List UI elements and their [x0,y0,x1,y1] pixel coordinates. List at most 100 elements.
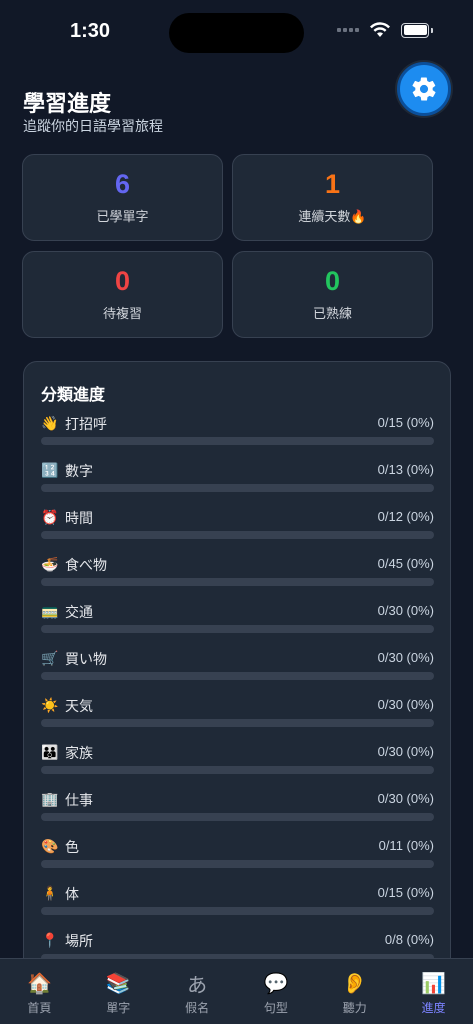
category-progress-bar [41,625,434,633]
tab-home[interactable]: 🏠 首頁 [0,959,79,1024]
tab-label: 單字 [106,1001,131,1015]
tab-vocabulary[interactable]: 📚 單字 [79,959,158,1024]
category-progress-panel: 分類進度 👋 打招呼 0/15 (0%) 🔢 數字 0/13 (0%) ⏰ 時間 0/12 (0… [23,361,451,981]
tab-label: 首頁 [27,1001,52,1015]
category-label-group: 👪 家族 [41,743,93,763]
category-count: 0/30 (0%) [377,697,434,712]
palette-icon: 🎨 [41,839,59,855]
category-row: 🚃 交通 0/30 (0%) [41,602,434,642]
page-title: 學習進度 [23,92,112,117]
category-name: 色 [65,840,79,856]
category-count: 0/45 (0%) [377,556,434,571]
person-icon: 🧍 [41,886,59,902]
tab-label: 進度 [421,1001,446,1015]
category-name: 打招呼 [65,417,107,433]
category-name: 体 [65,887,79,903]
category-count: 0/11 (0%) [378,838,434,853]
speech-bubble-icon: 💬 [263,971,289,995]
dynamic-island [169,13,304,53]
category-progress-bar [41,907,434,915]
tab-sentence-patterns[interactable]: 💬 句型 [236,959,315,1024]
tab-kana[interactable]: あ 假名 [158,959,237,1024]
category-row: ☀️ 天気 0/30 (0%) [41,696,434,736]
category-progress-bar [41,719,434,727]
sun-icon: ☀️ [41,698,59,714]
stat-label: 連續天數🔥 [298,209,367,225]
category-count: 0/30 (0%) [377,791,434,806]
stat-card-words-learned: 6 已學單字 [22,154,223,241]
stat-label: 已學單字 [96,209,149,225]
category-label-group: 🍜 食べ物 [41,555,107,575]
category-progress-bar [41,813,434,821]
wifi-icon [370,22,390,37]
kana-icon: あ [187,972,208,997]
tab-bar: 🏠 首頁 📚 單字 あ 假名 💬 句型 👂 聽力 📊 進度 [0,958,473,1024]
stat-card-to-review: 0 待複習 [22,251,223,338]
category-label-group: 🔢 數字 [41,461,93,481]
category-row: 🛒 買い物 0/30 (0%) [41,649,434,689]
train-icon: 🚃 [41,604,59,620]
category-row: 🍜 食べ物 0/45 (0%) [41,555,434,595]
category-name: 買い物 [65,652,107,668]
status-bar: 1:30 [0,0,473,62]
panel-title: 分類進度 [41,385,106,404]
tab-progress[interactable]: 📊 進度 [394,959,473,1024]
house-icon: 🏠 [26,971,52,995]
gear-icon [412,77,436,101]
category-row: 🔢 數字 0/13 (0%) [41,461,434,501]
category-name: 食べ物 [65,558,107,574]
waving-hand-icon: 👋 [41,416,59,432]
family-icon: 👪 [41,745,59,761]
category-count: 0/12 (0%) [377,509,434,524]
category-progress-bar [41,672,434,680]
category-count: 0/15 (0%) [377,415,434,430]
category-name: 天気 [65,699,93,715]
shopping-cart-icon: 🛒 [41,651,59,667]
stat-value: 1 [324,169,341,200]
bar-chart-icon: 📊 [421,971,446,995]
category-label-group: 🚃 交通 [41,602,93,622]
stat-value: 0 [114,266,131,297]
category-name: 時間 [65,511,93,527]
category-count: 0/13 (0%) [377,462,434,477]
category-count: 0/15 (0%) [377,885,434,900]
books-icon: 📚 [105,971,131,995]
category-name: 數字 [65,464,93,480]
status-time: 1:30 [70,20,111,42]
noodle-bowl-icon: 🍜 [41,557,59,573]
category-label-group: 🎨 色 [41,837,79,857]
category-row: ⏰ 時間 0/12 (0%) [41,508,434,548]
category-label-group: 🛒 買い物 [41,649,107,669]
category-row: 🏢 仕事 0/30 (0%) [41,790,434,830]
category-progress-bar [41,578,434,586]
category-name: 家族 [65,746,93,762]
category-count: 0/30 (0%) [377,603,434,618]
category-row: 👪 家族 0/30 (0%) [41,743,434,783]
office-building-icon: 🏢 [41,792,59,808]
tab-label: 假名 [185,1001,210,1015]
category-name: 仕事 [65,793,93,809]
category-count: 0/8 (0%) [384,932,434,947]
category-row: 🧍 体 0/15 (0%) [41,884,434,924]
stat-card-streak: 1 連續天數🔥 [232,154,433,241]
stat-card-mastered: 0 已熟練 [232,251,433,338]
alarm-clock-icon: ⏰ [41,510,59,526]
status-icons [337,22,433,38]
category-name: 場所 [65,934,93,950]
tab-listening[interactable]: 👂 聽力 [315,959,394,1024]
category-progress-bar [41,766,434,774]
settings-button[interactable] [397,62,451,116]
ear-icon: 👂 [342,971,368,995]
numbers-icon: 🔢 [41,463,59,479]
signal-icon [337,28,359,32]
stat-value: 0 [324,266,341,297]
category-label-group: 🧍 体 [41,884,79,904]
category-label-group: ⏰ 時間 [41,508,93,528]
category-count: 0/30 (0%) [377,744,434,759]
pin-icon: 📍 [41,933,59,949]
category-progress-bar [41,860,434,868]
tab-label: 句型 [263,1001,288,1015]
category-row: 🎨 色 0/11 (0%) [41,837,434,877]
category-progress-bar [41,437,434,445]
category-label-group: 📍 場所 [41,931,93,951]
